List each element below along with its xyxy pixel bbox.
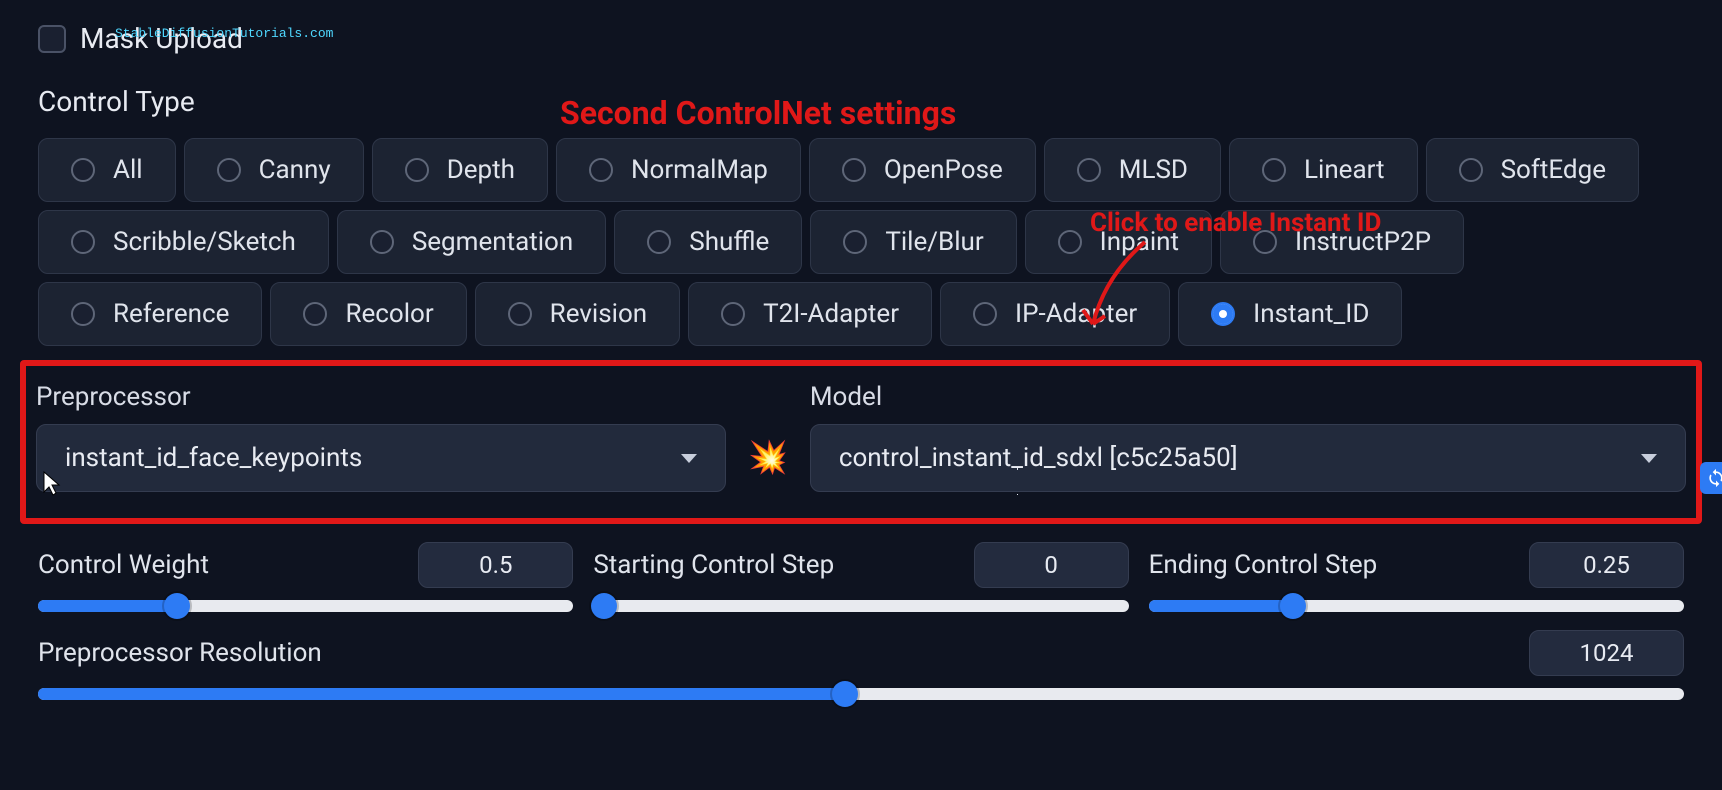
slider-fill — [38, 600, 177, 612]
control-type-label: Tile/Blur — [885, 227, 983, 257]
radio-dot-icon — [1211, 302, 1235, 326]
chevron-down-icon — [681, 454, 697, 463]
model-value: control_instant_id_sdxl [c5c25a50] — [839, 443, 1238, 473]
refresh-icon — [1706, 468, 1722, 488]
mask-upload-checkbox[interactable] — [38, 25, 66, 53]
radio-dot-icon — [71, 230, 95, 254]
model-group: Model control_instant_id_sdxl [c5c25a50] — [810, 382, 1686, 492]
control-type-canny[interactable]: Canny — [184, 138, 364, 202]
slider-thumb[interactable] — [591, 593, 617, 619]
preprocessor-label: Preprocessor — [36, 382, 726, 412]
watermark-text: StableDiffusionTutorials.com — [115, 26, 333, 41]
radio-dot-icon — [1262, 158, 1286, 182]
control-type-reference[interactable]: Reference — [38, 282, 262, 346]
control-type-label: Canny — [259, 155, 331, 185]
ending-step-slider[interactable] — [1149, 600, 1684, 612]
control-type-label: Revision — [550, 299, 648, 329]
preproc-res-block: Preprocessor Resolution 1024 — [38, 630, 1684, 700]
starting-step-slider[interactable] — [593, 600, 1128, 612]
control-type-label: MLSD — [1119, 155, 1188, 185]
sliders-row-1: Control Weight 0.5 Starting Control Step… — [38, 542, 1684, 612]
control-weight-block: Control Weight 0.5 — [38, 542, 573, 612]
ending-step-value[interactable]: 0.25 — [1529, 542, 1684, 588]
preproc-res-value[interactable]: 1024 — [1529, 630, 1684, 676]
control-type-revision[interactable]: Revision — [475, 282, 681, 346]
control-type-label: Scribble/Sketch — [113, 227, 296, 257]
slider-fill — [38, 688, 845, 700]
starting-step-value[interactable]: 0 — [974, 542, 1129, 588]
control-weight-slider[interactable] — [38, 600, 573, 612]
control-type-ip-adapter[interactable]: IP-Adapter — [940, 282, 1170, 346]
ending-step-block: Ending Control Step 0.25 — [1149, 542, 1684, 612]
radio-dot-icon — [71, 302, 95, 326]
control-type-tile-blur[interactable]: Tile/Blur — [810, 210, 1016, 274]
annotation-title: Second ControlNet settings — [560, 94, 956, 132]
preprocessor-group: Preprocessor instant_id_face_keypoints — [36, 382, 726, 492]
control-type-shuffle[interactable]: Shuffle — [614, 210, 802, 274]
radio-dot-icon — [973, 302, 997, 326]
radio-dot-icon — [589, 158, 613, 182]
radio-dot-icon — [508, 302, 532, 326]
model-label: Model — [810, 382, 1686, 412]
control-type-label: T2I-Adapter — [763, 299, 899, 329]
slider-thumb[interactable] — [832, 681, 858, 707]
control-weight-value[interactable]: 0.5 — [418, 542, 573, 588]
control-type-openpose[interactable]: OpenPose — [809, 138, 1036, 202]
control-type-t2i-adapter[interactable]: T2I-Adapter — [688, 282, 932, 346]
control-type-softedge[interactable]: SoftEdge — [1426, 138, 1639, 202]
annotation-enable-instant-id: Click to enable Instant ID — [1090, 208, 1381, 238]
control-type-label: Reference — [113, 299, 229, 329]
control-type-label: Lineart — [1304, 155, 1385, 185]
control-type-recolor[interactable]: Recolor — [270, 282, 466, 346]
starting-step-label: Starting Control Step — [593, 550, 834, 580]
radio-dot-icon — [647, 230, 671, 254]
control-type-instant-id[interactable]: Instant_ID — [1178, 282, 1402, 346]
chevron-down-icon — [1641, 454, 1657, 463]
control-type-label: IP-Adapter — [1015, 299, 1137, 329]
control-type-label: Instant_ID — [1253, 299, 1369, 329]
control-weight-label: Control Weight — [38, 550, 209, 580]
control-type-label: SoftEdge — [1501, 155, 1606, 185]
radio-dot-icon — [1058, 230, 1082, 254]
radio-dot-icon — [370, 230, 394, 254]
control-type-label: Depth — [447, 155, 515, 185]
control-type-label: NormalMap — [631, 155, 768, 185]
preprocessor-model-highlight: Preprocessor instant_id_face_keypoints 💥… — [20, 360, 1702, 524]
model-dropdown[interactable]: control_instant_id_sdxl [c5c25a50] — [810, 424, 1686, 492]
control-type-radio-group: All Canny Depth NormalMap OpenPose MLSD Linear… — [38, 138, 1684, 346]
radio-dot-icon — [405, 158, 429, 182]
slider-thumb[interactable] — [164, 593, 190, 619]
control-type-label: Shuffle — [689, 227, 769, 257]
control-type-normalmap[interactable]: NormalMap — [556, 138, 801, 202]
radio-dot-icon — [1077, 158, 1101, 182]
radio-dot-icon — [71, 158, 95, 182]
preproc-res-slider[interactable] — [38, 688, 1684, 700]
refresh-model-button[interactable] — [1700, 462, 1722, 494]
control-type-scribble-sketch[interactable]: Scribble/Sketch — [38, 210, 329, 274]
explosion-icon[interactable]: 💥 — [748, 438, 788, 476]
radio-dot-icon — [842, 158, 866, 182]
preprocessor-value: instant_id_face_keypoints — [65, 443, 362, 473]
control-type-label: Segmentation — [412, 227, 573, 257]
control-type-depth[interactable]: Depth — [372, 138, 548, 202]
ending-step-label: Ending Control Step — [1149, 550, 1378, 580]
starting-step-block: Starting Control Step 0 — [593, 542, 1128, 612]
preproc-res-label: Preprocessor Resolution — [38, 638, 322, 668]
control-type-segmentation[interactable]: Segmentation — [337, 210, 606, 274]
radio-dot-icon — [843, 230, 867, 254]
control-type-label: Recolor — [345, 299, 433, 329]
radio-dot-icon — [303, 302, 327, 326]
control-type-all[interactable]: All — [38, 138, 176, 202]
slider-fill — [1149, 600, 1294, 612]
slider-thumb[interactable] — [1280, 593, 1306, 619]
control-type-label: OpenPose — [884, 155, 1003, 185]
preprocessor-dropdown[interactable]: instant_id_face_keypoints — [36, 424, 726, 492]
control-type-mlsd[interactable]: MLSD — [1044, 138, 1221, 202]
radio-dot-icon — [217, 158, 241, 182]
control-type-label: All — [113, 155, 143, 185]
radio-dot-icon — [1459, 158, 1483, 182]
radio-dot-icon — [721, 302, 745, 326]
control-type-lineart[interactable]: Lineart — [1229, 138, 1418, 202]
